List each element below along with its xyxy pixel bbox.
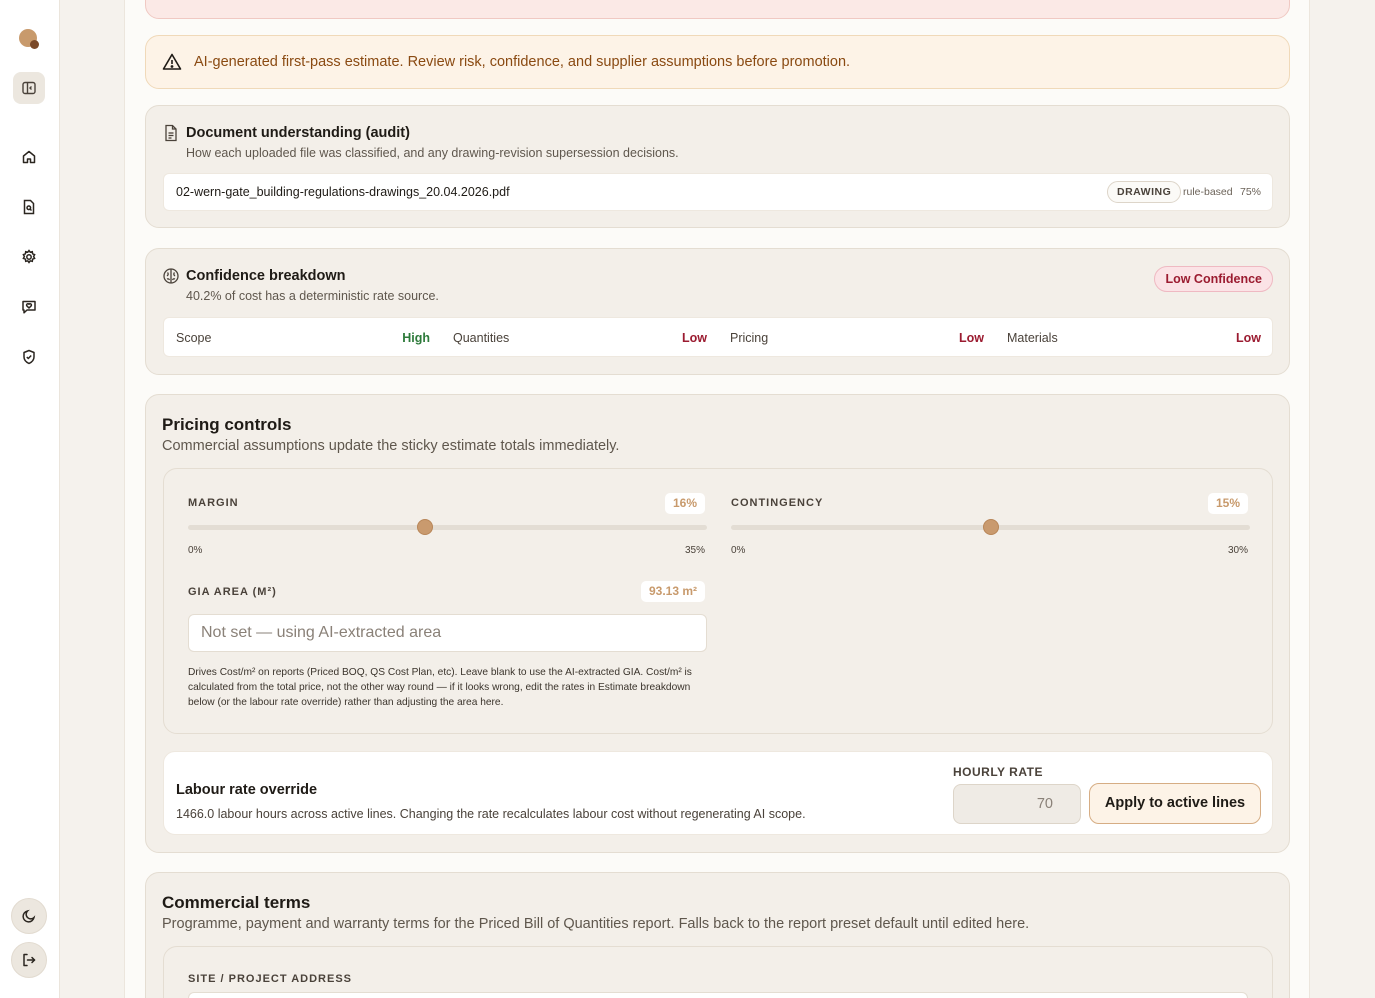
gia-label: GIA AREA (M²) [188,586,277,598]
shield-check-icon [23,349,35,365]
contingency-min: 0% [731,545,746,556]
margin-max: 35% [684,545,705,556]
nav-settings[interactable] [18,246,40,268]
document-type-badge: DRAWING [1107,181,1182,203]
document-understanding-title: Document understanding (audit) [186,125,410,141]
apply-to-active-lines-button[interactable]: Apply to active lines [1089,783,1261,824]
ai-warning-banner: AI-generated first-pass estimate. Review… [145,35,1290,89]
document-search-icon [23,199,35,215]
confidence-breakdown-card: Confidence breakdown 40.2% of cost has a… [145,248,1290,375]
pricing-sliders-panel: MARGIN 16% 0% 35% CONTINGENCY 15% 0% 30%… [163,468,1273,734]
logout-button[interactable] [11,942,47,978]
logout-icon [23,953,36,967]
confidence-value: High [402,331,430,345]
labour-subtitle: 1466.0 labour hours across active lines.… [176,807,806,821]
document-filename: 02-wern-gate_building-regulations-drawin… [176,185,510,199]
margin-label: MARGIN [188,497,239,509]
confidence-value: Low [682,331,707,345]
warning-text: AI-generated first-pass estimate. Review… [194,54,851,70]
document-icon [165,124,177,142]
sidebar [0,0,60,998]
terms-subtitle: Programme, payment and warranty terms fo… [162,916,1030,932]
sidebar-toggle-button[interactable] [13,72,45,104]
contingency-value: 15% [1207,493,1248,514]
confidence-item-pricing: Pricing Low [730,318,984,358]
moon-icon [22,909,36,923]
document-understanding-subtitle: How each uploaded file was classified, a… [186,146,679,160]
contingency-max: 30% [1227,545,1248,556]
home-icon [22,150,36,164]
margin-min: 0% [188,545,203,556]
confidence-value: Low [959,331,984,345]
confidence-item-quantities: Quantities Low [453,318,707,358]
classification-method: rule-based [1183,186,1233,198]
nav-home[interactable] [18,146,40,168]
hourly-rate-label: HOURLY RATE [953,765,1043,779]
terms-panel: SITE / PROJECT ADDRESS [163,946,1273,998]
pricing-controls-card: Pricing controls Commercial assumptions … [145,394,1290,853]
confidence-item-scope: Scope High [176,318,430,358]
brain-icon [163,268,179,284]
document-understanding-card: Document understanding (audit) How each … [145,105,1290,228]
commercial-terms-card: Commercial terms Programme, payment and … [145,872,1290,998]
nav-feedback[interactable] [18,296,40,318]
warning-triangle-icon [162,53,182,70]
confidence-label: Materials [1007,331,1058,345]
confidence-label: Pricing [730,331,769,345]
theme-toggle-button[interactable] [11,898,47,934]
contingency-label: CONTINGENCY [731,497,824,509]
nav-documents[interactable] [18,196,40,218]
margin-value: 16% [664,493,705,514]
terms-title: Commercial terms [162,893,311,912]
confidence-badge: Low Confidence [1154,266,1273,292]
gear-icon [22,249,36,264]
gia-help-text: Drives Cost/m² on reports (Priced BOQ, Q… [188,667,692,708]
hourly-rate-input[interactable]: 70 [953,784,1081,824]
labour-rate-panel: Labour rate override 1466.0 labour hours… [163,751,1273,835]
site-address-label: SITE / PROJECT ADDRESS [188,973,353,985]
classification-confidence: 75% [1240,186,1262,198]
confidence-item-materials: Materials Low [1007,318,1261,358]
pricing-subtitle: Commercial assumptions update the sticky… [162,438,620,454]
confidence-subtitle: 40.2% of cost has a deterministic rate s… [186,289,439,303]
nav-security[interactable] [18,346,40,368]
sidebar-toggle-icon [22,81,36,95]
error-banner [145,0,1290,19]
document-row[interactable]: 02-wern-gate_building-regulations-drawin… [163,173,1273,211]
confidence-row: Scope High Quantities Low Pricing Low Ma… [163,317,1273,357]
confidence-label: Quantities [453,331,510,345]
chat-icon [22,300,36,314]
site-address-input[interactable] [188,992,1248,998]
pricing-title: Pricing controls [162,415,292,434]
confidence-value: Low [1236,331,1261,345]
contingency-slider-thumb[interactable] [982,519,999,535]
margin-slider-thumb[interactable] [417,519,434,535]
confidence-label: Scope [176,331,212,345]
margin-slider-track[interactable] [188,525,707,530]
gia-value: 93.13 m² [640,581,705,602]
brand-logo[interactable] [19,29,41,51]
labour-title: Labour rate override [176,782,318,798]
confidence-title: Confidence breakdown [186,268,346,284]
gia-area-input[interactable]: Not set — using AI-extracted area [188,614,707,652]
